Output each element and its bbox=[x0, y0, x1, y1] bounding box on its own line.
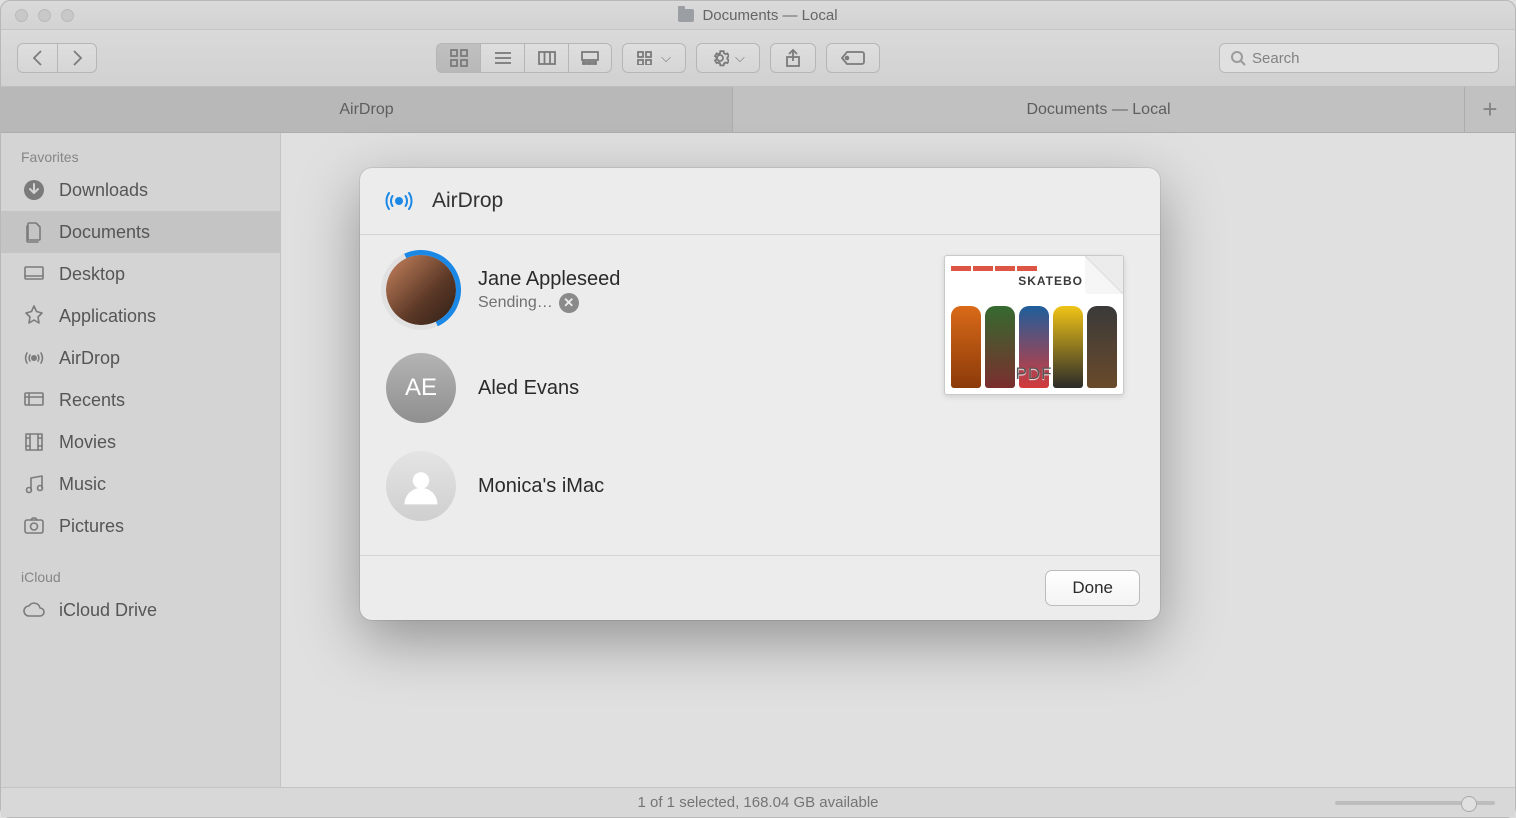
done-button[interactable]: Done bbox=[1045, 570, 1140, 606]
file-type-badge: PDF bbox=[1016, 364, 1053, 384]
avatar: AE bbox=[386, 353, 456, 423]
recipient-name: Monica's iMac bbox=[478, 475, 604, 498]
recipient[interactable]: AE Aled Evans bbox=[386, 353, 904, 423]
airdrop-sheet: AirDrop Jane Appleseed Sending… ✕ AE Ale… bbox=[360, 168, 1160, 620]
recipient-status: Sending… ✕ bbox=[478, 293, 620, 313]
file-preview: SKATEBO PDF bbox=[934, 255, 1134, 525]
sheet-footer: Done bbox=[360, 555, 1160, 620]
recipient[interactable]: Jane Appleseed Sending… ✕ bbox=[386, 255, 904, 325]
recipient[interactable]: Monica's iMac bbox=[386, 451, 904, 521]
document-thumbnail: SKATEBO PDF bbox=[944, 255, 1124, 395]
avatar bbox=[386, 451, 456, 521]
cancel-send-button[interactable]: ✕ bbox=[559, 293, 579, 313]
sheet-title: AirDrop bbox=[432, 189, 503, 213]
airdrop-icon bbox=[382, 184, 416, 218]
sheet-header: AirDrop bbox=[360, 168, 1160, 235]
recipient-list: Jane Appleseed Sending… ✕ AE Aled Evans bbox=[386, 255, 904, 525]
recipient-name: Aled Evans bbox=[478, 377, 579, 400]
recipient-name: Jane Appleseed bbox=[478, 268, 620, 291]
sheet-body: Jane Appleseed Sending… ✕ AE Aled Evans bbox=[360, 235, 1160, 555]
avatar bbox=[386, 255, 456, 325]
